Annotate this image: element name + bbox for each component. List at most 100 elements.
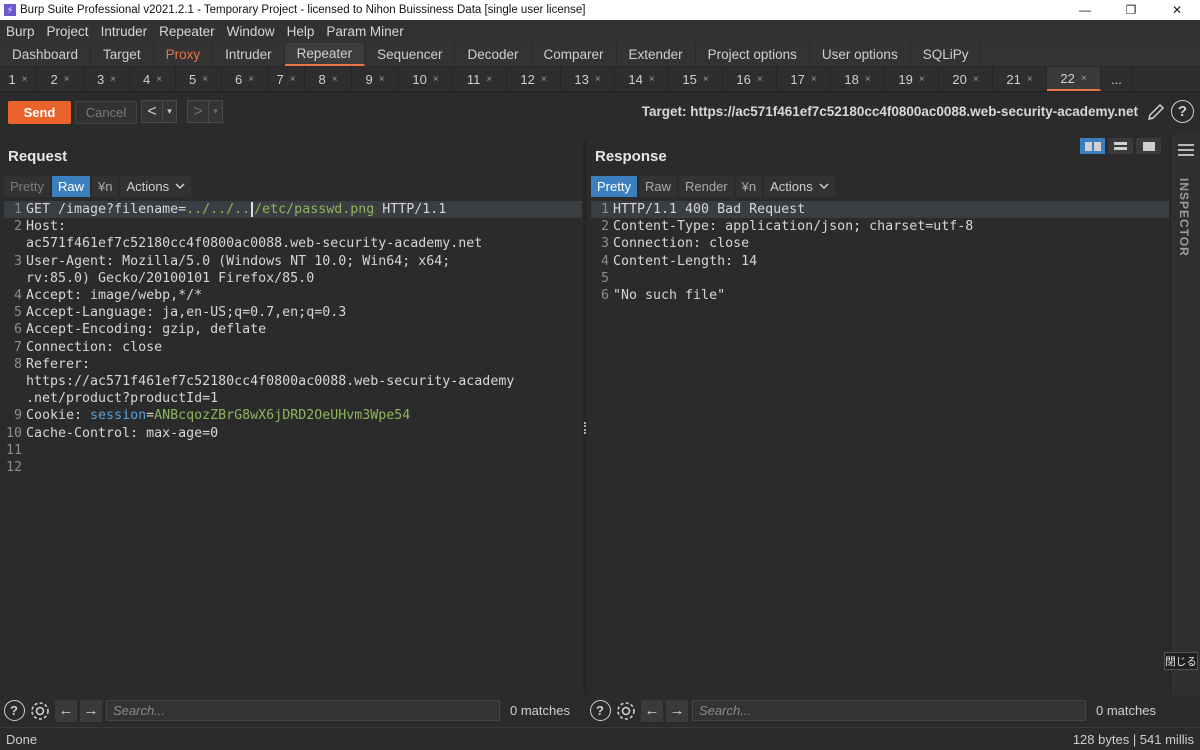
tab-close-icon[interactable]: × — [919, 74, 925, 85]
tab-close-icon[interactable]: × — [433, 74, 439, 85]
response-search-next-icon[interactable]: → — [666, 699, 688, 722]
send-button[interactable]: Send — [8, 101, 71, 124]
response-actions-menu[interactable]: Actions — [764, 176, 835, 197]
tab-extender[interactable]: Extender — [617, 43, 696, 66]
restore-button[interactable]: ❐ — [1108, 0, 1154, 20]
response-search-input[interactable]: Search... — [692, 700, 1086, 721]
tab-close-icon[interactable]: × — [649, 74, 655, 85]
tab-close-icon[interactable]: × — [703, 74, 709, 85]
repeater-tab-10[interactable]: 10 × — [399, 67, 453, 91]
repeater-tab-2[interactable]: 2 × — [37, 67, 84, 91]
repeater-tab-11[interactable]: 11 × — [453, 67, 507, 91]
request-pretty-tab[interactable]: Pretty — [4, 176, 50, 197]
tab-dashboard[interactable]: Dashboard — [0, 43, 92, 66]
response-settings-gear-icon[interactable] — [614, 699, 638, 723]
tab-close-icon[interactable]: × — [248, 74, 254, 85]
repeater-tab-4[interactable]: 4 × — [130, 67, 176, 91]
repeater-tab-12[interactable]: 12 × — [507, 67, 561, 91]
repeater-tab-13[interactable]: 13 × — [561, 67, 615, 91]
tab-target[interactable]: Target — [91, 43, 154, 66]
tab-decoder[interactable]: Decoder — [455, 43, 532, 66]
close-button[interactable]: ✕ — [1154, 0, 1200, 20]
tab-sequencer[interactable]: Sequencer — [365, 43, 456, 66]
tab-intruder[interactable]: Intruder — [213, 43, 285, 66]
repeater-tab-22[interactable]: 22 × — [1047, 67, 1101, 91]
tab-close-icon[interactable]: × — [1081, 73, 1087, 84]
tab-comparer[interactable]: Comparer — [532, 43, 617, 66]
repeater-tab-17[interactable]: 17 × — [777, 67, 831, 91]
response-help-icon[interactable]: ? — [588, 699, 612, 723]
forward-button[interactable]: > — [188, 101, 208, 122]
repeater-tab-18[interactable]: 18 × — [831, 67, 885, 91]
layout-stacked-icon[interactable] — [1108, 138, 1133, 154]
tab-close-icon[interactable]: × — [1027, 74, 1033, 85]
request-help-icon[interactable]: ? — [2, 699, 26, 723]
tab-proxy[interactable]: Proxy — [154, 43, 214, 66]
layout-side-by-side-icon[interactable] — [1080, 138, 1105, 154]
repeater-tab-21[interactable]: 21 × — [993, 67, 1047, 91]
response-editor[interactable]: 1 HTTP/1.1 400 Bad Request 2 Content-Type: … — [591, 201, 1169, 695]
tab-close-icon[interactable]: × — [332, 74, 338, 85]
tab-close-icon[interactable]: × — [811, 74, 817, 85]
tab-close-icon[interactable]: × — [595, 74, 601, 85]
tab-close-icon[interactable]: × — [22, 74, 28, 85]
back-button[interactable]: < — [142, 101, 162, 122]
layout-tabs-icon[interactable] — [1136, 138, 1161, 154]
menu-repeater[interactable]: Repeater — [153, 24, 221, 39]
repeater-tab-20[interactable]: 20 × — [939, 67, 993, 91]
tab-close-icon[interactable]: × — [290, 74, 296, 85]
menu-param-miner[interactable]: Param Miner — [320, 24, 409, 39]
tab-close-icon[interactable]: × — [757, 74, 763, 85]
response-pretty-tab[interactable]: Pretty — [591, 176, 637, 197]
repeater-tab-5[interactable]: 5 × — [176, 67, 222, 91]
edit-target-icon[interactable] — [1146, 102, 1166, 122]
tab-close-icon[interactable]: × — [110, 74, 116, 85]
menu-project[interactable]: Project — [41, 24, 95, 39]
forward-dropdown-icon[interactable]: ▾ — [208, 101, 222, 122]
tab-repeater[interactable]: Repeater — [284, 43, 366, 66]
request-editor[interactable]: 1 GET /image?filename=../../../etc/passw… — [4, 201, 582, 695]
repeater-tab-9[interactable]: 9 × — [352, 67, 399, 91]
tab-sqlipy[interactable]: SQLiPy — [911, 43, 982, 66]
hamburger-menu-icon[interactable] — [1178, 144, 1194, 159]
response-render-tab[interactable]: Render — [678, 176, 734, 197]
tab-close-icon[interactable]: × — [64, 74, 70, 85]
minimize-button[interactable]: — — [1062, 0, 1108, 20]
repeater-tab-7[interactable]: 7 × — [268, 67, 305, 91]
repeater-tab-1[interactable]: 1 × — [0, 67, 37, 91]
response-raw-tab[interactable]: Raw — [638, 176, 677, 197]
response-newline-toggle[interactable]: ¥n — [735, 176, 763, 197]
tab-project-options[interactable]: Project options — [696, 43, 810, 66]
request-raw-tab[interactable]: Raw — [51, 176, 90, 197]
tab-close-icon[interactable]: × — [156, 74, 162, 85]
repeater-tab-6[interactable]: 6 × — [222, 67, 268, 91]
repeater-tab-3[interactable]: 3 × — [84, 67, 130, 91]
cancel-button[interactable]: Cancel — [75, 101, 137, 124]
request-settings-gear-icon[interactable] — [28, 699, 52, 723]
menu-intruder[interactable]: Intruder — [95, 24, 154, 39]
repeater-tab-19[interactable]: 19 × — [885, 67, 939, 91]
repeater-tab-8[interactable]: 8 × — [305, 67, 352, 91]
tab-close-icon[interactable]: × — [202, 74, 208, 85]
tab-close-icon[interactable]: × — [865, 74, 871, 85]
drag-handle-icon[interactable] — [584, 422, 586, 434]
response-search-prev-icon[interactable]: ← — [641, 699, 663, 722]
tab-user-options[interactable]: User options — [810, 43, 911, 66]
request-search-prev-icon[interactable]: ← — [55, 699, 77, 722]
repeater-tab-15[interactable]: 15 × — [669, 67, 723, 91]
repeater-tab-14[interactable]: 14 × — [615, 67, 669, 91]
tab-close-icon[interactable]: × — [541, 74, 547, 85]
tab-close-icon[interactable]: × — [486, 74, 492, 85]
tab-close-icon[interactable]: × — [973, 74, 979, 85]
back-dropdown-icon[interactable]: ▾ — [162, 101, 176, 122]
inspector-label[interactable]: INSPECTOR — [1177, 178, 1191, 257]
repeater-tabs-overflow[interactable]: ... — [1101, 67, 1133, 91]
repeater-tab-16[interactable]: 16 × — [723, 67, 777, 91]
menu-burp[interactable]: Burp — [0, 24, 41, 39]
request-search-input[interactable]: Search... — [106, 700, 500, 721]
menu-window[interactable]: Window — [221, 24, 281, 39]
help-icon[interactable]: ? — [1171, 100, 1194, 123]
menu-help[interactable]: Help — [281, 24, 321, 39]
tab-close-icon[interactable]: × — [379, 74, 385, 85]
request-actions-menu[interactable]: Actions — [120, 176, 192, 197]
